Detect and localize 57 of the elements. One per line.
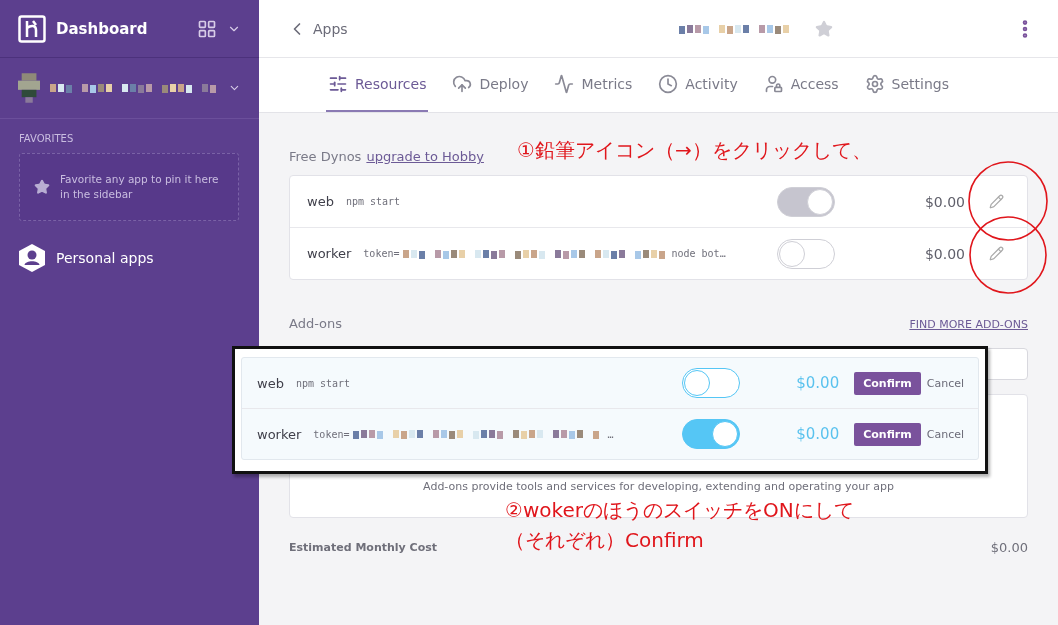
- pencil-icon: [988, 194, 1004, 209]
- cancel-link[interactable]: Cancel: [926, 427, 964, 441]
- person-icon: [18, 243, 46, 273]
- favorites-hint: Favorite any app to pin it here in the sidebar: [60, 172, 220, 202]
- dyno-price: $0.00: [796, 425, 840, 443]
- nav-tab[interactable]: Access: [761, 58, 841, 112]
- tab-icon: [658, 74, 679, 94]
- tab-icon: [327, 74, 348, 94]
- process-name: worker: [257, 426, 302, 442]
- process-name: web: [257, 375, 284, 391]
- process-command: …: [607, 428, 614, 440]
- nav-tab[interactable]: Activity: [656, 58, 740, 112]
- logo-icon: [18, 14, 46, 43]
- addons-description: Add-ons provide tools and services for developing, extending and operating your app: [423, 480, 894, 493]
- star-icon[interactable]: [814, 19, 833, 38]
- process-command: npm start: [295, 377, 351, 389]
- confirm-button[interactable]: Confirm: [854, 422, 921, 446]
- nav-tab[interactable]: Metrics: [552, 58, 635, 112]
- process-name: web: [307, 194, 334, 209]
- cancel-link[interactable]: Cancel: [926, 376, 964, 390]
- process-command: npm start: [345, 196, 401, 207]
- dyno-price: $0.00: [924, 193, 965, 210]
- nav-tab[interactable]: Deploy: [450, 58, 531, 112]
- dyno-toggle[interactable]: [682, 419, 741, 449]
- dyno-price: $0.00: [796, 374, 840, 392]
- process-command: token=: [313, 428, 350, 440]
- tab-icon: [763, 74, 784, 94]
- dyno-toggle[interactable]: [682, 368, 741, 398]
- process-command: token=: [363, 248, 400, 259]
- tab-icon: [452, 74, 473, 94]
- process-name: worker: [307, 246, 352, 261]
- annotation-text: （それぞれ）Confirm: [505, 527, 705, 554]
- pencil-icon: [988, 246, 1004, 261]
- sidebar-title: Dashboard: [56, 19, 149, 38]
- dyno-price: $0.00: [924, 245, 965, 262]
- section-heading: Add-ons: [289, 316, 343, 331]
- find-addons-link[interactable]: FIND MORE ADD-ONS: [909, 318, 1028, 331]
- confirm-button[interactable]: Confirm: [854, 371, 921, 395]
- dyno-toggle[interactable]: [776, 238, 835, 269]
- dyno-toggle[interactable]: [776, 186, 835, 217]
- favorites-heading: FAVORITES: [19, 133, 75, 144]
- process-command: node bot…: [671, 248, 726, 259]
- nav-tab[interactable]: Resources: [325, 58, 429, 112]
- tab-icon: [554, 74, 575, 94]
- cost-value: $0.00: [990, 540, 1028, 555]
- avatar-icon: [18, 72, 41, 104]
- annotation-text: ②wokerのほうのスイッチをONにして: [505, 497, 854, 524]
- star-icon: [34, 179, 50, 195]
- apps-grid-icon[interactable]: [197, 18, 217, 39]
- nav-tab[interactable]: Settings: [862, 58, 952, 112]
- cost-label: Estimated Monthly Cost: [289, 541, 438, 554]
- tab-icon: [864, 74, 885, 94]
- sidebar-item[interactable]: Personal apps: [18, 243, 259, 273]
- upgrade-link[interactable]: upgrade to Hobby: [366, 149, 484, 164]
- section-heading: Free Dynos: [289, 149, 362, 164]
- annotation-text: ①鉛筆アイコン（→）をクリックして、: [517, 137, 872, 164]
- back-link[interactable]: Apps: [287, 18, 348, 39]
